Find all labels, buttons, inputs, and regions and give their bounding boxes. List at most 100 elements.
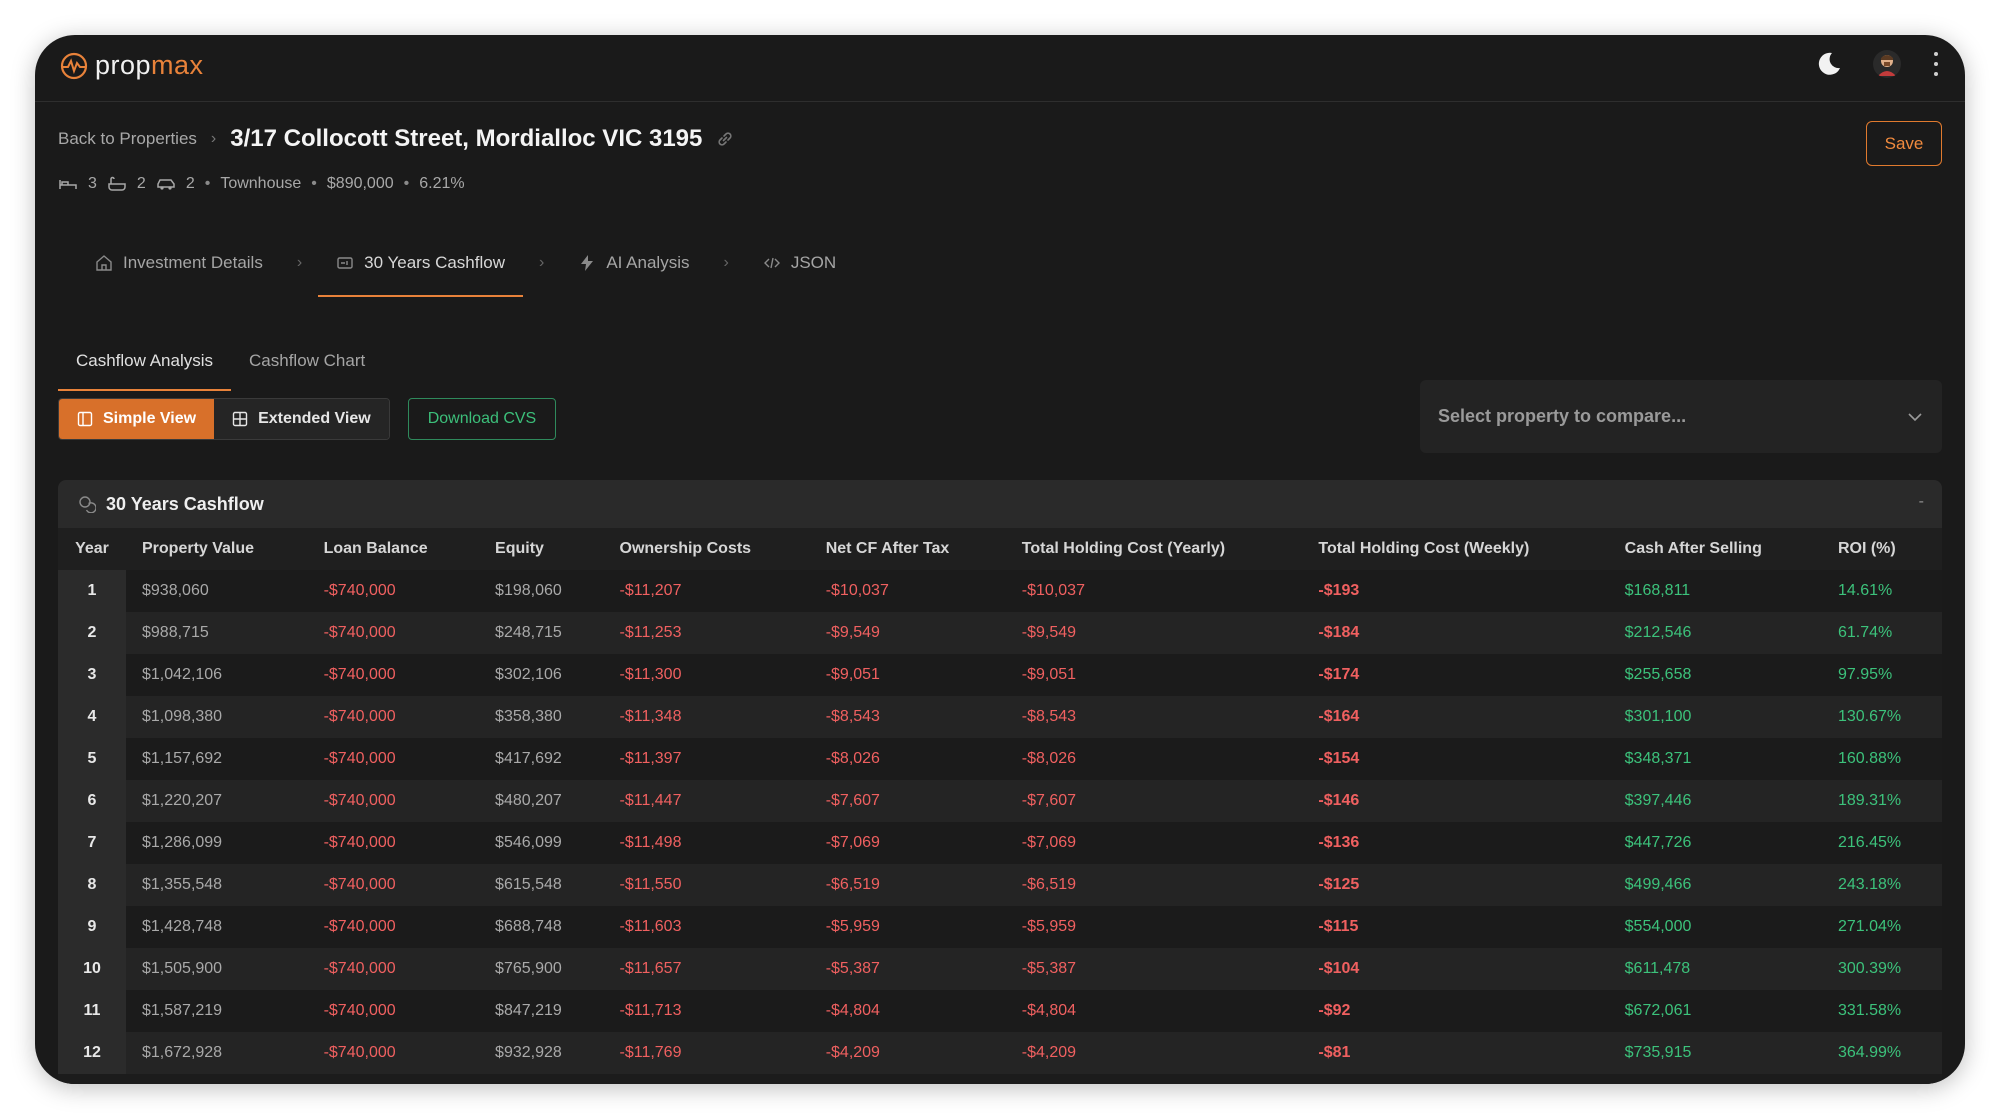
col-roi-cell: 97.95% bbox=[1821, 654, 1942, 696]
table-row: 4 $1,098,380 -$740,000 $358,380 -$11,348 -$8,… bbox=[58, 696, 1942, 738]
page-title: 3/17 Collocott Street, Mordialloc VIC 31… bbox=[230, 125, 703, 152]
col-property-value-cell: $1,587,219 bbox=[126, 990, 308, 1032]
col-property-value-header: Property Value bbox=[126, 528, 308, 570]
save-button[interactable]: Save bbox=[1866, 121, 1942, 166]
col-loan-balance-cell: -$740,000 bbox=[307, 696, 480, 738]
col-loan-balance-cell: -$740,000 bbox=[307, 948, 480, 990]
download-csv-button[interactable]: Download CVS bbox=[407, 398, 557, 440]
col-equity-cell: $615,548 bbox=[479, 864, 604, 906]
col-equity-cell: $932,928 bbox=[479, 1032, 604, 1074]
sub-tabs: Cashflow Analysis Cashflow Chart bbox=[58, 335, 383, 391]
col-net-cf-after-tax-header: Net CF After Tax bbox=[809, 528, 1006, 570]
col-cash-after-selling-cell: $301,100 bbox=[1608, 696, 1822, 738]
col-equity-cell: $847,219 bbox=[479, 990, 604, 1032]
col-equity-cell: $248,715 bbox=[479, 612, 604, 654]
link-icon[interactable] bbox=[716, 130, 734, 148]
col-ownership-costs-cell: -$11,300 bbox=[603, 654, 810, 696]
grid-icon bbox=[232, 411, 248, 427]
col-roi-header: ROI (%) bbox=[1821, 528, 1942, 570]
tab-label: AI Analysis bbox=[606, 253, 690, 272]
col-year-cell: 1 bbox=[58, 570, 126, 612]
col-property-value-cell: $1,098,380 bbox=[126, 696, 308, 738]
col-property-value-cell: $1,220,207 bbox=[126, 780, 308, 822]
col-holding-cost-weekly-cell: -$136 bbox=[1302, 822, 1609, 864]
bathrooms-count: 2 bbox=[136, 175, 146, 192]
col-holding-cost-yearly-cell: -$9,051 bbox=[1005, 654, 1303, 696]
col-equity-cell: $688,748 bbox=[479, 906, 604, 948]
property-meta: 3 2 2 • Townhouse • $890,000 • 6.21% bbox=[58, 175, 465, 193]
col-holding-cost-yearly-cell: -$7,607 bbox=[1005, 780, 1303, 822]
col-roi-cell: 364.99% bbox=[1821, 1032, 1942, 1074]
avatar[interactable] bbox=[1873, 50, 1901, 78]
col-year-cell: 8 bbox=[58, 864, 126, 906]
view-toggle: Simple View Extended View bbox=[58, 398, 390, 440]
table-row: 5 $1,157,692 -$740,000 $417,692 -$11,397 -$8,… bbox=[58, 738, 1942, 780]
logo[interactable]: propmax bbox=[59, 50, 204, 81]
collapse-button[interactable]: - bbox=[1919, 493, 1924, 511]
table-row: 8 $1,355,548 -$740,000 $615,548 -$11,550 -$6,… bbox=[58, 864, 1942, 906]
col-net-cf-after-tax-cell: -$5,387 bbox=[809, 948, 1006, 990]
table-header-row: Year Property Value Loan Balance Equity Owne… bbox=[58, 528, 1942, 570]
layout-icon bbox=[77, 411, 93, 427]
table-row: 7 $1,286,099 -$740,000 $546,099 -$11,498 -$7,… bbox=[58, 822, 1942, 864]
tab-ai-analysis[interactable]: AI Analysis bbox=[560, 241, 707, 297]
col-holding-cost-weekly-cell: -$154 bbox=[1302, 738, 1609, 780]
col-ownership-costs-cell: -$11,253 bbox=[603, 612, 810, 654]
col-year-cell: 11 bbox=[58, 990, 126, 1032]
tab-json[interactable]: JSON bbox=[745, 241, 854, 297]
col-holding-cost-weekly-cell: -$115 bbox=[1302, 906, 1609, 948]
col-equity-cell: $302,106 bbox=[479, 654, 604, 696]
col-net-cf-after-tax-cell: -$7,069 bbox=[809, 822, 1006, 864]
col-equity-cell: $765,900 bbox=[479, 948, 604, 990]
col-roi-cell: 160.88% bbox=[1821, 738, 1942, 780]
simple-view-button[interactable]: Simple View bbox=[59, 399, 215, 439]
chevron-down-icon bbox=[1908, 412, 1922, 421]
col-holding-cost-weekly-cell: -$174 bbox=[1302, 654, 1609, 696]
col-ownership-costs-cell: -$11,207 bbox=[603, 570, 810, 612]
col-net-cf-after-tax-cell: -$6,519 bbox=[809, 864, 1006, 906]
tab-investment-details[interactable]: Investment Details bbox=[77, 241, 281, 297]
back-to-properties-link[interactable]: Back to Properties bbox=[58, 129, 197, 149]
cashflow-panel: 30 Years Cashflow - Year Property Value Lo… bbox=[58, 480, 1942, 1084]
top-bar: propmax bbox=[35, 35, 1965, 102]
col-roi-cell: 189.31% bbox=[1821, 780, 1942, 822]
col-ownership-costs-cell: -$11,348 bbox=[603, 696, 810, 738]
tab-label: Investment Details bbox=[123, 253, 263, 272]
extended-view-button[interactable]: Extended View bbox=[214, 399, 389, 439]
panel-header: 30 Years Cashflow - bbox=[58, 480, 1942, 528]
simple-view-label: Simple View bbox=[103, 410, 197, 427]
separator-dot: • bbox=[311, 175, 317, 192]
compare-property-select[interactable]: Select property to compare... bbox=[1420, 380, 1942, 453]
col-loan-balance-cell: -$740,000 bbox=[307, 1032, 480, 1074]
breadcrumb: Back to Properties › 3/17 Collocott Stre… bbox=[58, 125, 734, 153]
chevron-right-icon: › bbox=[210, 130, 217, 147]
col-equity-cell: $198,060 bbox=[479, 570, 604, 612]
tab-cashflow-analysis[interactable]: Cashflow Analysis bbox=[58, 335, 232, 391]
col-ownership-costs-cell: -$11,447 bbox=[603, 780, 810, 822]
extended-view-label: Extended View bbox=[258, 410, 371, 427]
col-holding-cost-weekly-cell: -$104 bbox=[1302, 948, 1609, 990]
col-net-cf-after-tax-cell: -$4,209 bbox=[809, 1032, 1006, 1074]
moon-icon[interactable] bbox=[1813, 49, 1843, 79]
tab-cashflow-chart[interactable]: Cashflow Chart bbox=[231, 335, 383, 391]
col-holding-cost-yearly-cell: -$4,804 bbox=[1005, 990, 1303, 1032]
tab-30-years-cashflow[interactable]: 30 Years Cashflow bbox=[318, 241, 523, 297]
col-cash-after-selling-cell: $672,061 bbox=[1608, 990, 1822, 1032]
chevron-right-icon: › bbox=[539, 254, 545, 271]
main-tabs: Investment Details › 30 Years Cashflow ›… bbox=[77, 241, 854, 297]
more-menu-icon[interactable] bbox=[1931, 52, 1941, 76]
col-ownership-costs-cell: -$11,550 bbox=[603, 864, 810, 906]
col-holding-cost-yearly-cell: -$4,209 bbox=[1005, 1032, 1303, 1074]
col-loan-balance-cell: -$740,000 bbox=[307, 990, 480, 1032]
panel-title: 30 Years Cashflow bbox=[106, 493, 264, 514]
table-row: 6 $1,220,207 -$740,000 $480,207 -$11,447 -$7,… bbox=[58, 780, 1942, 822]
col-net-cf-after-tax-cell: -$8,543 bbox=[809, 696, 1006, 738]
top-bar-actions bbox=[1813, 49, 1941, 79]
bath-icon bbox=[108, 176, 126, 191]
col-holding-cost-weekly-cell: -$125 bbox=[1302, 864, 1609, 906]
col-year-cell: 10 bbox=[58, 948, 126, 990]
bedrooms-count: 3 bbox=[88, 175, 97, 192]
logo-suffix: max bbox=[151, 50, 204, 80]
col-equity-cell: $546,099 bbox=[479, 822, 604, 864]
col-year-cell: 3 bbox=[58, 654, 126, 696]
